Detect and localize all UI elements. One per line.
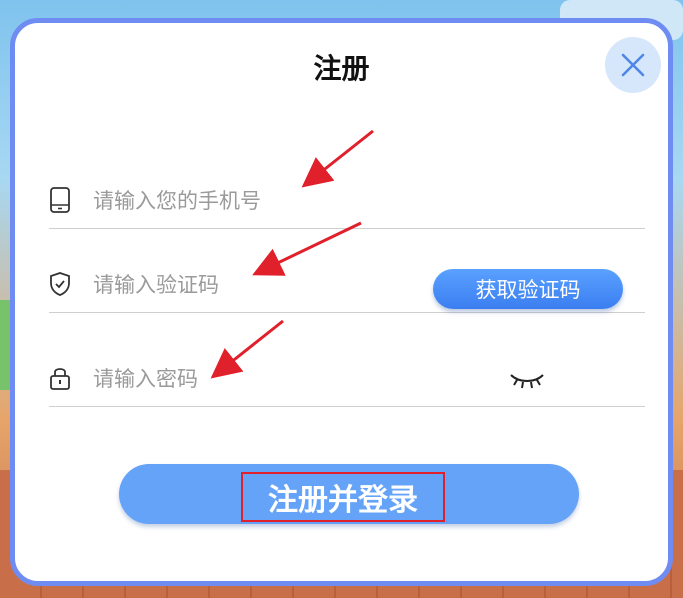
register-dialog: 注册 请输入您的手机号 请输入验证码 获取验证码 请输入密码 注册并登录 <box>10 18 673 586</box>
annotation-arrow <box>210 129 374 379</box>
